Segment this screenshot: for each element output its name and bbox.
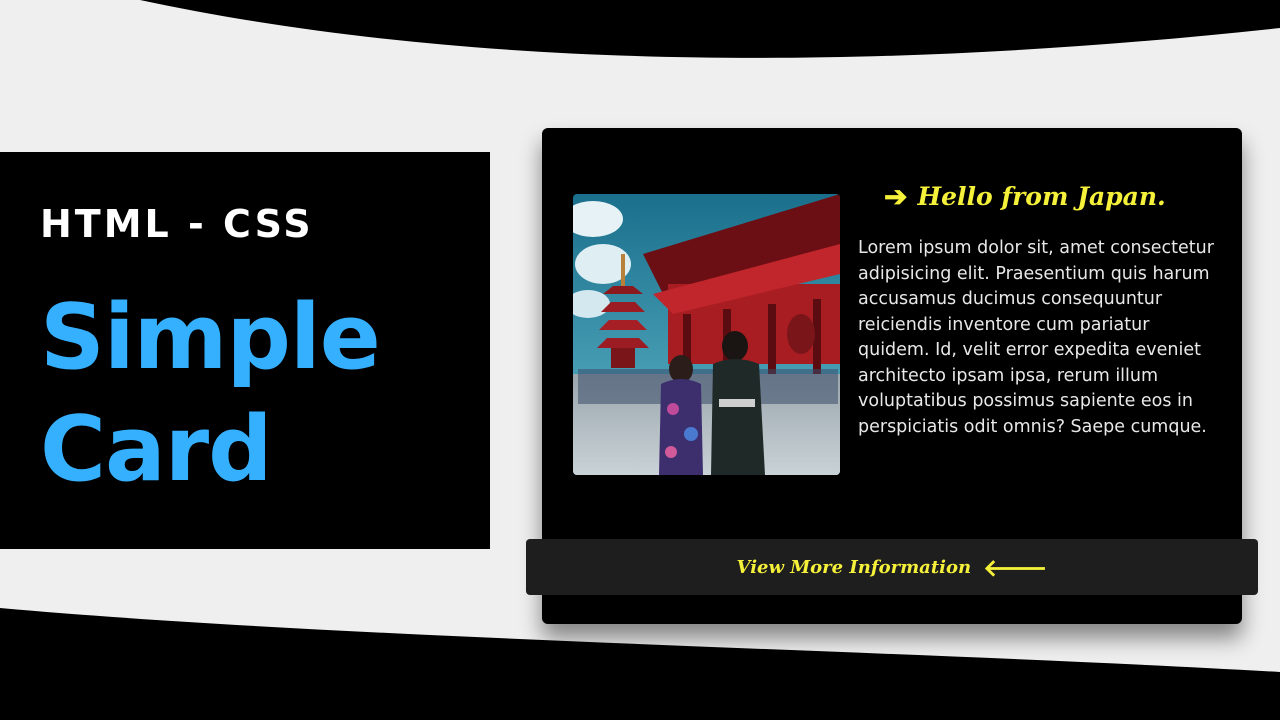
card-heading-text: Hello from Japan. — [917, 182, 1166, 211]
main-title: Simple Card — [40, 282, 381, 506]
main-title-line-2: Card — [40, 397, 273, 502]
main-title-line-1: Simple — [40, 285, 381, 390]
japan-temple-photo — [573, 194, 840, 475]
view-more-button[interactable]: View More Information 🡐 — [526, 539, 1258, 595]
subtitle: HTML - CSS — [40, 202, 314, 246]
arrow-left-icon: 🡐 — [983, 552, 1048, 582]
card-body-text: Lorem ipsum dolor sit, amet consectetur … — [858, 238, 1214, 437]
card-heading: ➔ Hello from Japan. — [884, 180, 1166, 213]
arrow-right-icon: ➔ — [884, 180, 908, 213]
view-more-label: View More Information — [736, 556, 972, 578]
